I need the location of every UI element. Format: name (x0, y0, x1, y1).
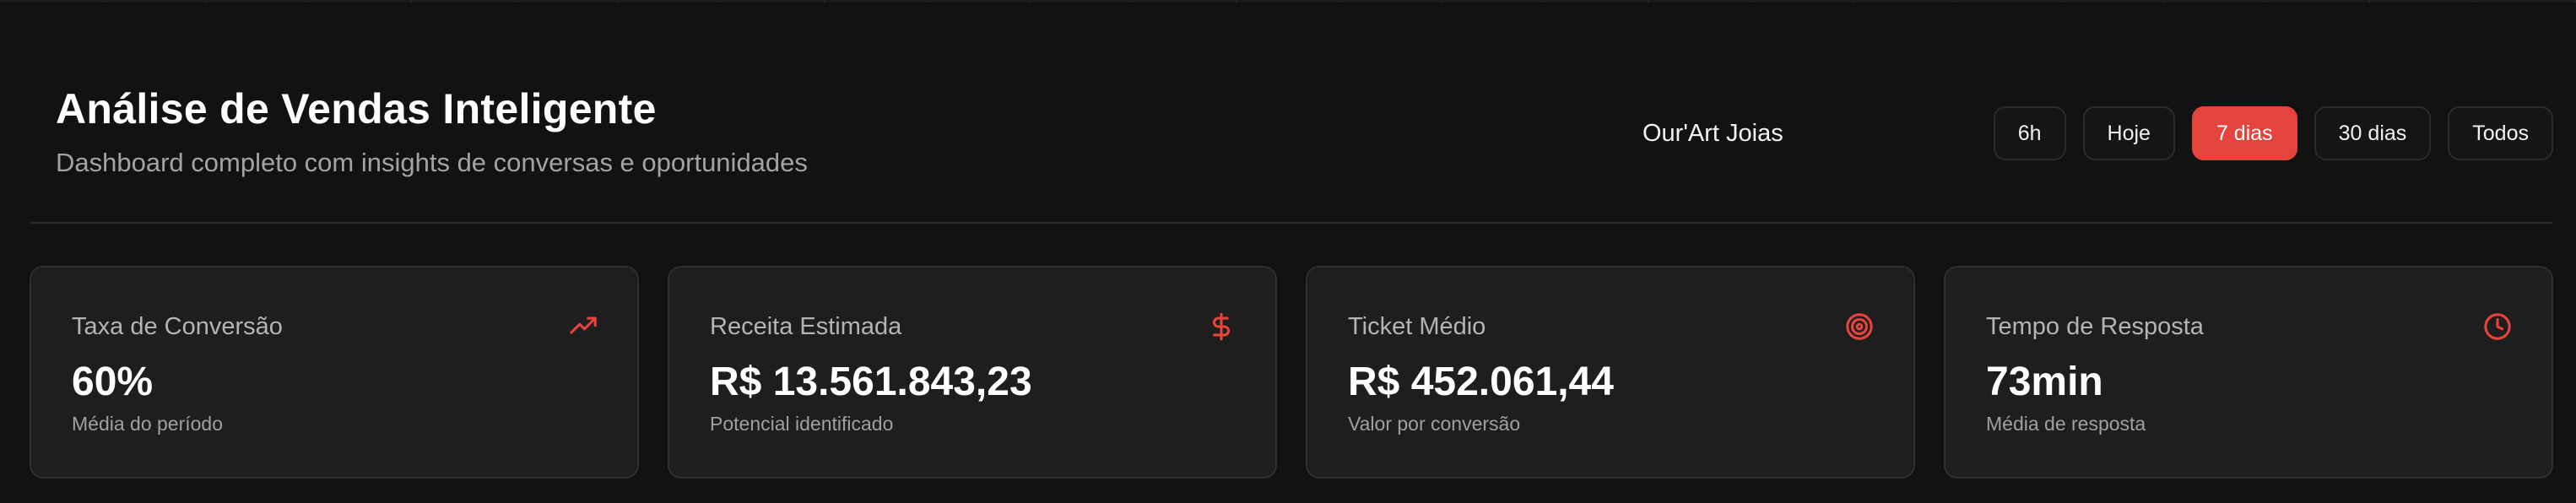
range-button-hoje[interactable]: Hoje (2082, 106, 2175, 160)
metric-caption: Potencial identificado (710, 413, 894, 435)
page-title: Análise de Vendas Inteligente (56, 85, 657, 133)
metric-value: R$ 13.561.843,23 (710, 360, 1032, 404)
clock-icon (2482, 311, 2513, 342)
time-range-selector: 6h Hoje 7 dias 30 dias Todos (1993, 106, 2553, 160)
metric-label: Ticket Médio (1348, 313, 1486, 340)
metric-label: Taxa de Conversão (72, 313, 283, 340)
dashboard-header: Análise de Vendas Inteligente Dashboard … (30, 0, 2553, 224)
metric-value: 73min (1986, 360, 2103, 404)
metric-caption: Média de resposta (1986, 413, 2146, 435)
company-name: Our'Art Joias (1642, 120, 1783, 147)
metric-card-estimated-revenue: Receita Estimada R$ 13.561.843,23 Potenc… (668, 266, 1277, 479)
range-button-7-dias[interactable]: 7 dias (2191, 106, 2297, 160)
page-subtitle: Dashboard completo com insights de conve… (56, 148, 808, 177)
metric-cards: Taxa de Conversão 60% Média do período R… (30, 266, 2553, 479)
metric-value: 60% (72, 360, 154, 404)
metric-value: R$ 452.061,44 (1348, 360, 1614, 404)
metric-label: Receita Estimada (710, 313, 902, 340)
dollar-icon (1206, 311, 1237, 342)
range-button-30-dias[interactable]: 30 dias (2314, 106, 2432, 160)
metric-card-average-ticket: Ticket Médio R$ 452.061,44 Valor por con… (1306, 266, 1915, 479)
range-button-6h[interactable]: 6h (1993, 106, 2066, 160)
metric-label: Tempo de Resposta (1986, 313, 2204, 340)
range-button-todos[interactable]: Todos (2448, 106, 2553, 160)
trending-up-icon (568, 311, 598, 342)
metric-caption: Média do período (72, 413, 224, 435)
target-icon (1844, 311, 1875, 342)
metric-caption: Valor por conversão (1348, 413, 1521, 435)
metric-card-conversion-rate: Taxa de Conversão 60% Média do período (30, 266, 639, 479)
metric-card-response-time: Tempo de Resposta 73min Média de respost… (1944, 266, 2553, 479)
